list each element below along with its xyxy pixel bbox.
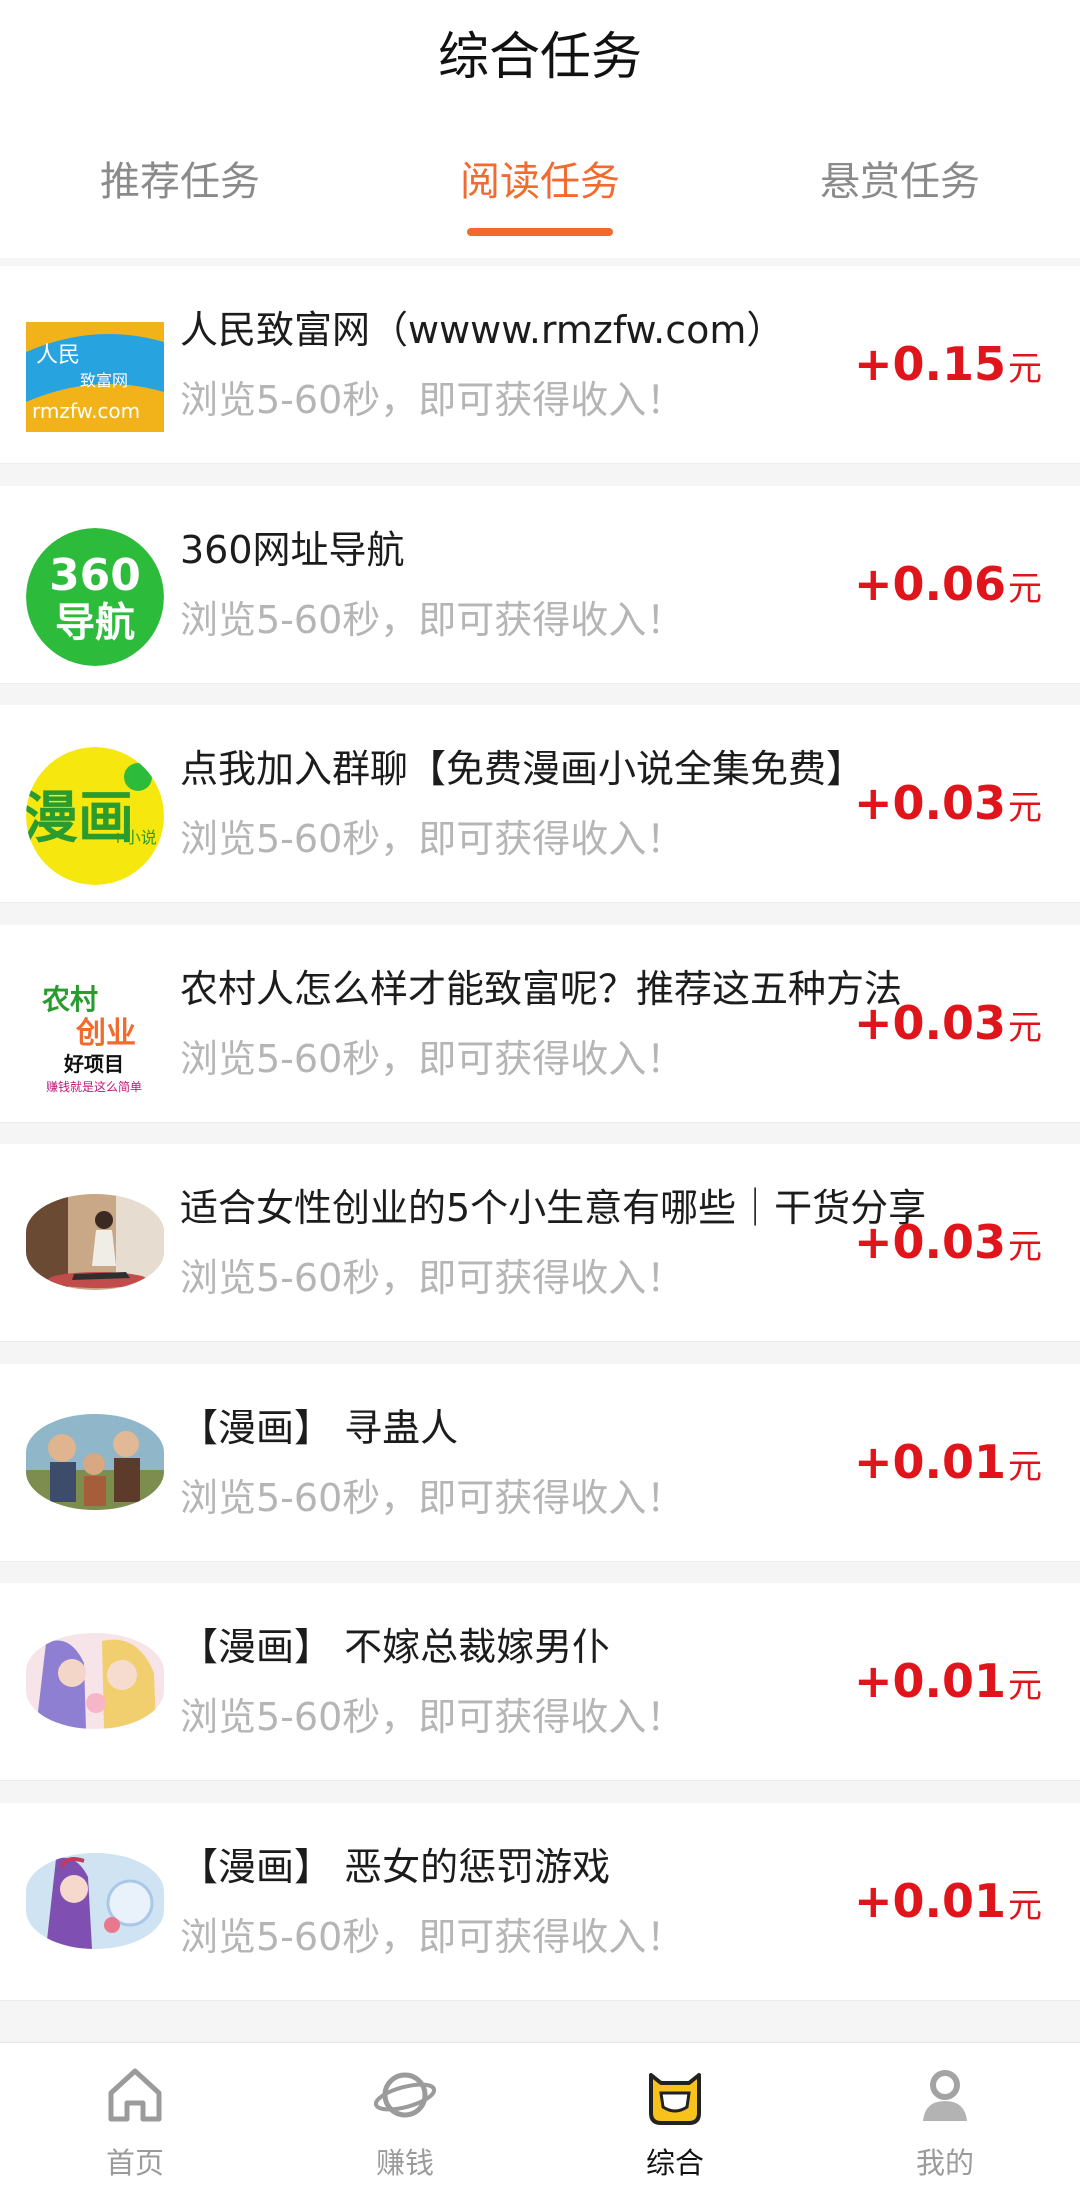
reward-amount: +0.03元 (854, 993, 1042, 1053)
rural-business-logo-thumbnail: 农村 创业 好项目 赚钱就是这么简单 (26, 967, 164, 1105)
logo-text: +小说 (111, 828, 156, 847)
reward-unit: 元 (1008, 569, 1042, 609)
reward-unit: 元 (1008, 788, 1042, 828)
rmzfw-logo-thumbnail: 人民 致富网 rmzfw.com (26, 322, 164, 432)
task-title: 农村人怎么样才能致富呢？推荐这五种方法 (180, 967, 903, 1011)
reward-value: +0.03 (853, 1215, 1006, 1269)
nav-mine[interactable]: 我的 (810, 2043, 1080, 2207)
nav-comprehensive[interactable]: 综合 (540, 2043, 810, 2207)
reward-value: +0.01 (853, 1435, 1006, 1489)
reward-value: +0.03 (853, 776, 1006, 830)
reward-unit: 元 (1008, 1447, 1042, 1487)
reward-value: +0.06 (853, 557, 1006, 611)
comic-cover-thumbnail (26, 1633, 164, 1729)
task-item[interactable]: 【漫画】 恶女的惩罚游戏 浏览5-60秒，即可获得收入！ +0.01元 (0, 1803, 1080, 2001)
task-item[interactable]: 【漫画】 寻蛊人 浏览5-60秒，即可获得收入！ +0.01元 (0, 1364, 1080, 1562)
task-title: 点我加入群聊【免费漫画小说全集免费】 (180, 747, 865, 791)
360-nav-logo-thumbnail: 360 导航 (26, 528, 164, 666)
task-item[interactable]: 适合女性创业的5个小生意有哪些｜干货分享 浏览5-60秒，即可获得收入！ +0.… (0, 1144, 1080, 1342)
task-item[interactable]: 漫画 +小说 点我加入群聊【免费漫画小说全集免费】 浏览5-60秒，即可获得收入… (0, 705, 1080, 903)
nav-earn[interactable]: 赚钱 (270, 2043, 540, 2207)
comic-cover-thumbnail (26, 1853, 164, 1949)
task-description: 浏览5-60秒，即可获得收入！ (180, 1695, 685, 1739)
reward-value: +0.01 (853, 1874, 1006, 1928)
logo-text: rmzfw.com (32, 399, 140, 423)
task-item[interactable]: 农村 创业 好项目 赚钱就是这么简单 农村人怎么样才能致富呢？推荐这五种方法 浏… (0, 925, 1080, 1123)
reward-unit: 元 (1008, 1666, 1042, 1706)
task-description: 浏览5-60秒，即可获得收入！ (180, 1037, 685, 1081)
logo-text: 好项目 (63, 1052, 124, 1076)
task-title: 人民致富网（wwww.rmzfw.com） (180, 308, 785, 352)
manhua-logo-thumbnail: 漫画 +小说 (26, 747, 164, 885)
home-icon (103, 2063, 167, 2127)
reward-amount: +0.15元 (854, 334, 1042, 394)
comic-cover-thumbnail (26, 1414, 164, 1510)
task-description: 浏览5-60秒，即可获得收入！ (180, 1915, 685, 1959)
task-description: 浏览5-60秒，即可获得收入！ (180, 378, 685, 422)
task-description: 浏览5-60秒，即可获得收入！ (180, 598, 685, 642)
tab-recommended[interactable]: 推荐任务 (0, 150, 360, 214)
reward-amount: +0.01元 (854, 1432, 1042, 1492)
page-title: 综合任务 (437, 28, 642, 87)
reward-amount: +0.03元 (854, 773, 1042, 833)
reward-amount: +0.03元 (854, 1212, 1042, 1272)
reward-unit: 元 (1008, 349, 1042, 389)
planet-icon (373, 2063, 437, 2127)
task-title: 【漫画】 不嫁总裁嫁男仆 (180, 1625, 611, 1669)
task-title: 【漫画】 恶女的惩罚游戏 (180, 1845, 611, 1889)
reward-amount: +0.01元 (854, 1871, 1042, 1931)
mascot-icon (643, 2063, 707, 2127)
reward-amount: +0.06元 (854, 554, 1042, 614)
tab-bounty[interactable]: 悬赏任务 (720, 150, 1080, 214)
logo-text: 农村 (41, 983, 98, 1016)
task-title: 360网址导航 (180, 528, 405, 572)
task-title: 【漫画】 寻蛊人 (180, 1406, 459, 1450)
task-description: 浏览5-60秒，即可获得收入！ (180, 1476, 685, 1520)
logo-text: 导航 (55, 600, 135, 646)
logo-text: 致富网 (80, 371, 128, 390)
reward-unit: 元 (1008, 1886, 1042, 1926)
nav-label: 综合 (645, 2146, 704, 2180)
logo-text: 赚钱就是这么简单 (46, 1079, 142, 1094)
nav-label: 首页 (105, 2146, 164, 2180)
task-description: 浏览5-60秒，即可获得收入！ (180, 1256, 685, 1300)
nav-label: 赚钱 (375, 2146, 434, 2180)
nav-label: 我的 (915, 2146, 974, 2180)
logo-text: 360 (49, 550, 141, 601)
task-item[interactable]: 【漫画】 不嫁总裁嫁男仆 浏览5-60秒，即可获得收入！ +0.01元 (0, 1583, 1080, 1781)
page: 综合任务 推荐任务 阅读任务 悬赏任务 人民 致富网 rmzfw.com 人民致… (0, 0, 1080, 2207)
yoga-photo-thumbnail (26, 1194, 164, 1290)
reward-unit: 元 (1008, 1227, 1042, 1267)
logo-text: 创业 (75, 1016, 136, 1051)
header: 综合任务 推荐任务 阅读任务 悬赏任务 (0, 0, 1080, 258)
tab-label: 悬赏任务 (820, 159, 980, 205)
tab-label: 推荐任务 (100, 159, 260, 205)
reward-amount: +0.01元 (854, 1651, 1042, 1711)
bottom-nav: 首页 赚钱 综合 我的 (0, 2042, 1080, 2207)
reward-unit: 元 (1008, 1008, 1042, 1048)
reward-value: +0.01 (853, 1654, 1006, 1708)
active-tab-indicator (467, 228, 613, 236)
task-title: 适合女性创业的5个小生意有哪些｜干货分享 (180, 1186, 927, 1230)
nav-home[interactable]: 首页 (0, 2043, 270, 2207)
reward-value: +0.15 (853, 337, 1006, 391)
tab-label: 阅读任务 (460, 159, 620, 205)
task-item[interactable]: 人民 致富网 rmzfw.com 人民致富网（wwww.rmzfw.com） 浏… (0, 266, 1080, 464)
reward-value: +0.03 (853, 996, 1006, 1050)
tab-reading[interactable]: 阅读任务 (360, 150, 720, 236)
logo-text: 人民 (36, 343, 80, 368)
task-item[interactable]: 360 导航 360网址导航 浏览5-60秒，即可获得收入！ +0.06元 (0, 486, 1080, 684)
task-description: 浏览5-60秒，即可获得收入！ (180, 817, 685, 861)
tab-bar: 推荐任务 阅读任务 悬赏任务 (0, 150, 1080, 258)
profile-icon (913, 2063, 977, 2127)
